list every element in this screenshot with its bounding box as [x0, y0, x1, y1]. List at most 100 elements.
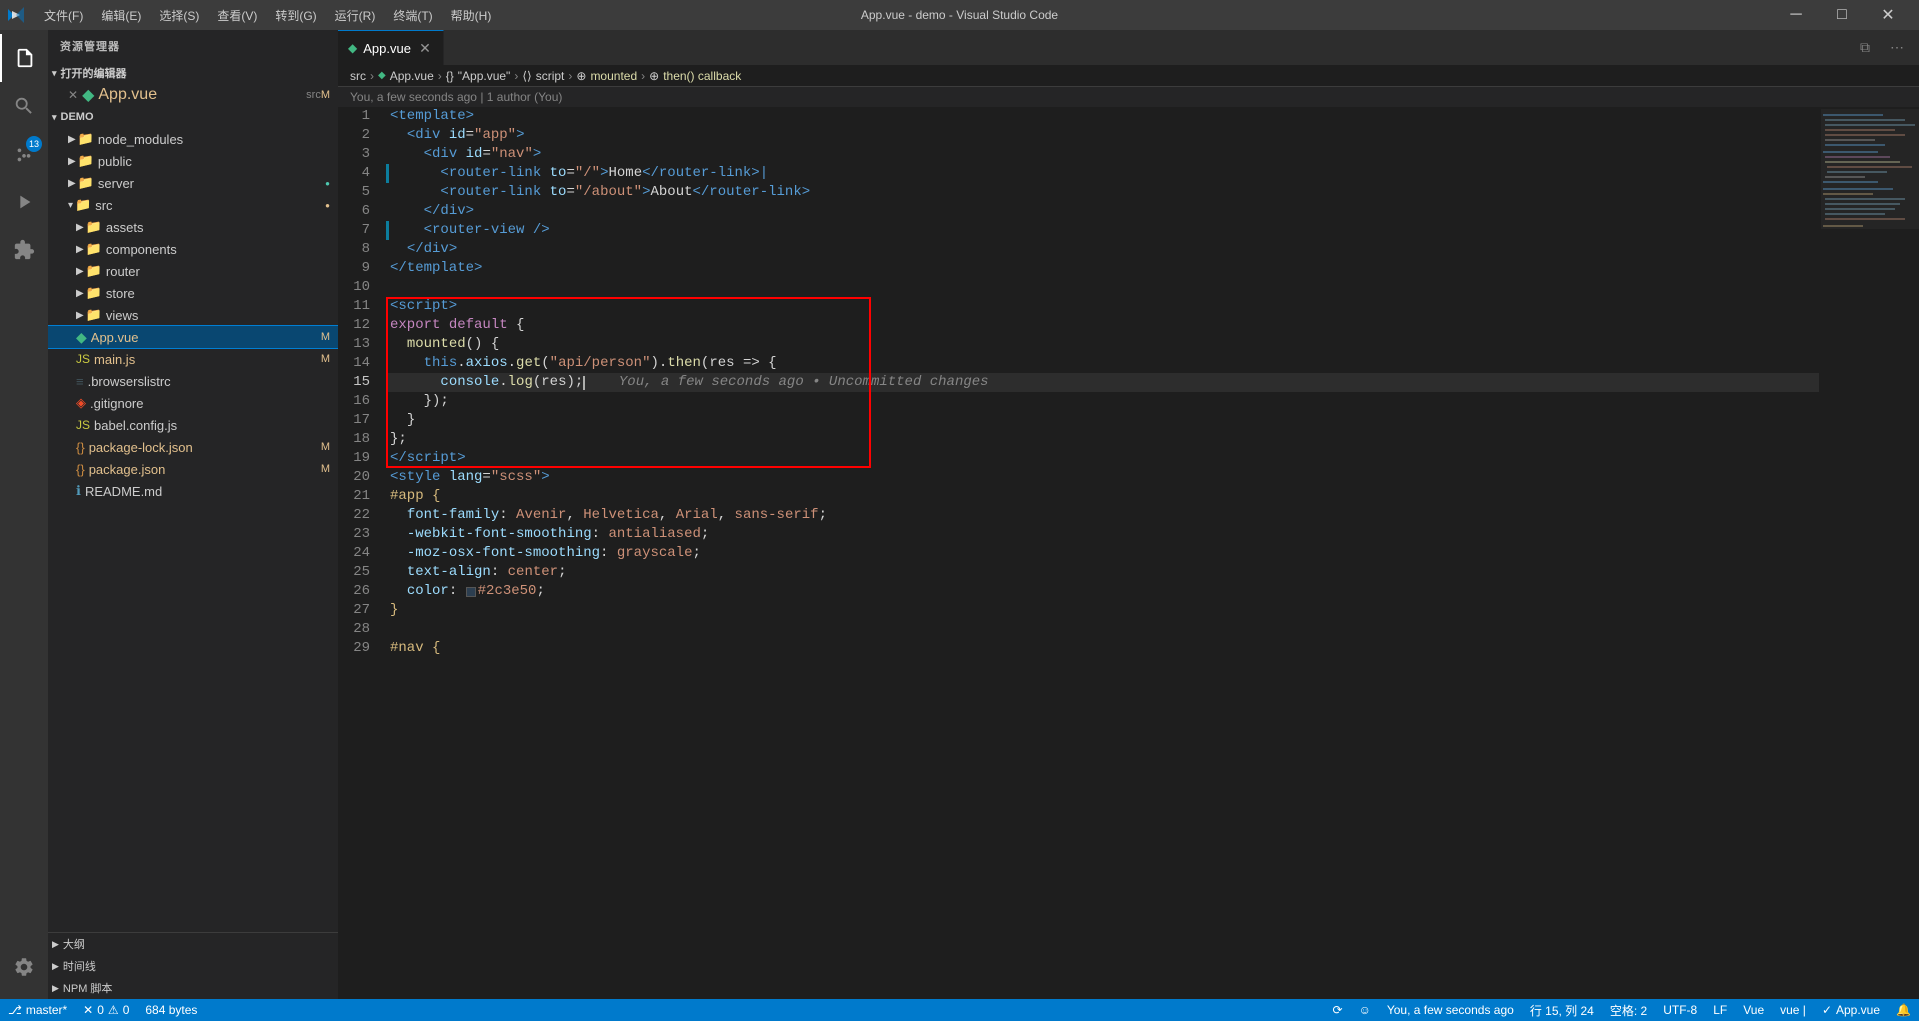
activity-run[interactable]: [0, 178, 48, 226]
folder-public[interactable]: ▶ 📁 public: [48, 150, 338, 172]
code-line-9[interactable]: </template>: [386, 259, 1819, 278]
check-item[interactable]: ✓ App.vue: [1814, 999, 1888, 1021]
npm-section[interactable]: ▶ NPM 脚本: [48, 977, 338, 999]
open-editor-appvue[interactable]: ✕ ◆ App.vue src M: [48, 84, 338, 106]
status-feedback[interactable]: ☺: [1351, 999, 1379, 1021]
code-line-2[interactable]: <div id="app">: [386, 126, 1819, 145]
menu-run[interactable]: 运行(R): [327, 5, 384, 26]
code-line-18[interactable]: };: [386, 430, 1819, 449]
code-line-6[interactable]: </div>: [386, 202, 1819, 221]
code-line-22[interactable]: font-family: Avenir, Helvetica, Arial, s…: [386, 506, 1819, 525]
code-line-29[interactable]: #nav {: [386, 639, 1819, 658]
activity-search[interactable]: [0, 82, 48, 130]
timeline-section[interactable]: ▶ 时间线: [48, 955, 338, 977]
code-line-23[interactable]: -webkit-font-smoothing: antialiased;: [386, 525, 1819, 544]
menu-terminal[interactable]: 终端(T): [385, 5, 440, 26]
code-line-3[interactable]: <div id="nav">: [386, 145, 1819, 164]
code-line-10[interactable]: [386, 278, 1819, 297]
file-babel[interactable]: JS babel.config.js: [48, 414, 338, 436]
outline-section[interactable]: ▶ 大纲: [48, 933, 338, 955]
file-size-item[interactable]: 684 bytes: [137, 999, 205, 1021]
breadcrumb-file[interactable]: App.vue: [390, 69, 434, 83]
folder-store[interactable]: ▶ 📁 store: [48, 282, 338, 304]
folder-components[interactable]: ▶ 📁 components: [48, 238, 338, 260]
close-editor-icon[interactable]: ✕: [68, 88, 78, 102]
menu-edit[interactable]: 编辑(E): [93, 5, 149, 26]
open-editors-header[interactable]: ▾ 打开的编辑器: [48, 62, 338, 84]
git-branch-item[interactable]: ⎇ master*: [0, 999, 75, 1021]
title-bar-controls[interactable]: ─ □ ✕: [1773, 0, 1911, 30]
code-line-5[interactable]: <router-link to="/about">About</router-l…: [386, 183, 1819, 202]
more-actions-icon[interactable]: ⋯: [1883, 34, 1911, 62]
indent-item[interactable]: vue |: [1772, 999, 1814, 1021]
menu-view[interactable]: 查看(V): [209, 5, 265, 26]
folder-node-modules[interactable]: ▶ 📁 node_modules: [48, 128, 338, 150]
breadcrumb-mounted[interactable]: mounted: [590, 69, 637, 83]
code-line-25[interactable]: text-align: center;: [386, 563, 1819, 582]
file-browserslistrc[interactable]: ≡ .browserslistrc: [48, 370, 338, 392]
menu-file[interactable]: 文件(F): [36, 5, 91, 26]
minimap-svg: [1821, 109, 1919, 709]
code-line-15[interactable]: console.log(res); You, a few seconds ago…: [386, 373, 1819, 392]
file-package[interactable]: {} package.json M: [48, 458, 338, 480]
errors-item[interactable]: ✕ 0 ⚠ 0: [75, 999, 137, 1021]
file-gitignore[interactable]: ◈ .gitignore: [48, 392, 338, 414]
tab-close-button[interactable]: ✕: [417, 40, 433, 56]
code-line-8[interactable]: </div>: [386, 240, 1819, 259]
file-mainjs[interactable]: JS main.js M: [48, 348, 338, 370]
folder-server[interactable]: ▶ 📁 server ●: [48, 172, 338, 194]
code-line-11[interactable]: <script>: [386, 297, 1819, 316]
code-line-21[interactable]: #app {: [386, 487, 1819, 506]
menu-select[interactable]: 选择(S): [151, 5, 207, 26]
activity-settings[interactable]: [0, 943, 48, 991]
blame-status[interactable]: You, a few seconds ago: [1379, 999, 1522, 1021]
code-area[interactable]: <template> <div id="app"> <div id="nav">…: [386, 107, 1819, 999]
activity-explorer[interactable]: [0, 34, 48, 82]
editor-content[interactable]: 1 2 3 4 5 6 7 8 9 10 11 12 13 14 15 16 1…: [338, 107, 1919, 999]
file-appvue[interactable]: ◆ App.vue M: [48, 326, 338, 348]
split-editor-icon[interactable]: ⧉: [1851, 34, 1879, 62]
tab-appvue[interactable]: ◆ App.vue ✕: [338, 30, 444, 65]
menu-help[interactable]: 帮助(H): [443, 5, 500, 26]
maximize-button[interactable]: □: [1819, 0, 1865, 30]
code-line-1[interactable]: <template>: [386, 107, 1819, 126]
code-line-26[interactable]: color: #2c3e50;: [386, 582, 1819, 601]
code-line-27[interactable]: }: [386, 601, 1819, 620]
language-item[interactable]: Vue: [1735, 999, 1772, 1021]
breadcrumb-src[interactable]: src: [350, 69, 366, 83]
git-blame-text: You, a few seconds ago | 1 author (You): [350, 90, 562, 104]
breadcrumb-script[interactable]: script: [536, 69, 565, 83]
code-line-19[interactable]: </script>: [386, 449, 1819, 468]
folder-src[interactable]: ▾ 📁 src ●: [48, 194, 338, 216]
line-ending-item[interactable]: LF: [1705, 999, 1735, 1021]
folder-views[interactable]: ▶ 📁 views: [48, 304, 338, 326]
spaces-item[interactable]: 空格: 2: [1602, 999, 1655, 1021]
folder-assets[interactable]: ▶ 📁 assets: [48, 216, 338, 238]
git-sync-item[interactable]: ⟳: [1325, 999, 1351, 1021]
breadcrumb-appvue[interactable]: "App.vue": [458, 69, 511, 83]
code-line-12[interactable]: export default {: [386, 316, 1819, 335]
activity-source-control[interactable]: 13: [0, 130, 48, 178]
code-line-17[interactable]: }: [386, 411, 1819, 430]
code-line-7[interactable]: <router-view />: [386, 221, 1819, 240]
close-button[interactable]: ✕: [1865, 0, 1911, 30]
minimize-button[interactable]: ─: [1773, 0, 1819, 30]
code-line-4[interactable]: <router-link to="/">Home</router-link>|: [386, 164, 1819, 183]
activity-extensions[interactable]: [0, 226, 48, 274]
title-bar-menu[interactable]: 文件(F) 编辑(E) 选择(S) 查看(V) 转到(G) 运行(R) 终端(T…: [36, 5, 499, 26]
code-line-16[interactable]: });: [386, 392, 1819, 411]
file-package-lock[interactable]: {} package-lock.json M: [48, 436, 338, 458]
menu-goto[interactable]: 转到(G): [267, 5, 324, 26]
code-line-14[interactable]: this.axios.get("api/person").then(res =>…: [386, 354, 1819, 373]
breadcrumb-then[interactable]: then() callback: [663, 69, 741, 83]
notifications-item[interactable]: 🔔: [1888, 999, 1919, 1021]
folder-router[interactable]: ▶ 📁 router: [48, 260, 338, 282]
encoding-item[interactable]: UTF-8: [1655, 999, 1705, 1021]
code-line-20[interactable]: <style lang="scss">: [386, 468, 1819, 487]
demo-project-header[interactable]: ▾ DEMO: [48, 106, 338, 128]
code-line-13[interactable]: mounted() {: [386, 335, 1819, 354]
position-item[interactable]: 行 15, 列 24: [1522, 999, 1602, 1021]
code-line-28[interactable]: [386, 620, 1819, 639]
code-line-24[interactable]: -moz-osx-font-smoothing: grayscale;: [386, 544, 1819, 563]
file-readme[interactable]: ℹ README.md: [48, 480, 338, 502]
